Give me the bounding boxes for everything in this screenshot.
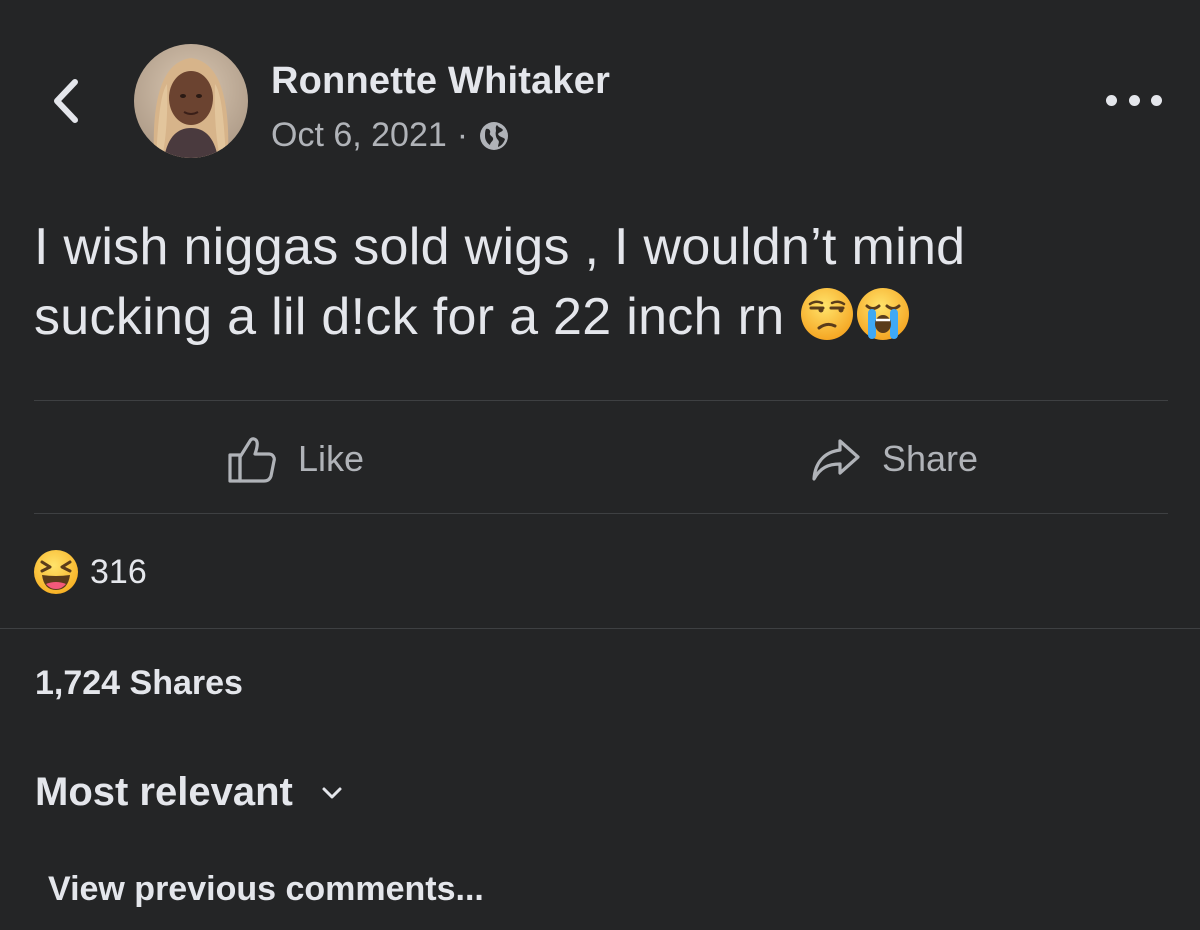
back-button[interactable] (46, 76, 86, 126)
more-options-button[interactable] (1106, 86, 1162, 114)
chevron-left-icon (54, 79, 78, 123)
share-label: Share (882, 438, 979, 479)
reaction-count: 316 (90, 552, 147, 591)
author-avatar[interactable] (134, 44, 248, 158)
post-text-line-1: I wish niggas sold wigs , I wouldn’t min… (34, 218, 966, 276)
like-button[interactable]: Like (226, 424, 364, 494)
like-label: Like (298, 438, 365, 479)
view-previous-comments-link[interactable]: View previous comments... (48, 870, 484, 909)
meta-separator: · (456, 116, 469, 154)
shares-count[interactable]: 1,724 Shares (35, 664, 243, 703)
globe-icon (480, 121, 509, 150)
post-text: I wish niggas sold wigs , I wouldn’t min… (34, 212, 1174, 352)
post-date[interactable]: Oct 6, 2021 (271, 116, 447, 155)
post-text-line-2: sucking a lil d!ck for a 22 inch rn (34, 282, 1174, 352)
share-button[interactable]: Share (810, 424, 978, 494)
comment-sort-dropdown[interactable]: Most relevant (35, 770, 343, 815)
post-meta: Oct 6, 2021 · (271, 116, 510, 155)
reactions-summary[interactable]: 316 (32, 548, 147, 596)
unamused-face-emoji (801, 288, 854, 340)
laughing-face-emoji (34, 550, 78, 594)
sort-label: Most relevant (35, 770, 293, 814)
avatar-image (134, 44, 248, 158)
post-header: Ronnette Whitaker Oct 6, 2021 · (0, 0, 1200, 180)
divider-reactions (0, 628, 1200, 629)
share-arrow-icon (812, 439, 860, 481)
more-dot (1106, 94, 1117, 106)
chevron-down-icon (322, 787, 342, 798)
loudly-crying-face-emoji (857, 288, 910, 340)
thumbs-up-icon (228, 437, 276, 483)
more-dot (1151, 94, 1162, 106)
more-dot (1128, 94, 1140, 106)
post-text-line-2-text: sucking a lil d!ck for a 22 inch rn (34, 288, 785, 346)
divider-actions (34, 513, 1168, 514)
divider-top (34, 400, 1168, 401)
author-name[interactable]: Ronnette Whitaker (271, 60, 610, 103)
